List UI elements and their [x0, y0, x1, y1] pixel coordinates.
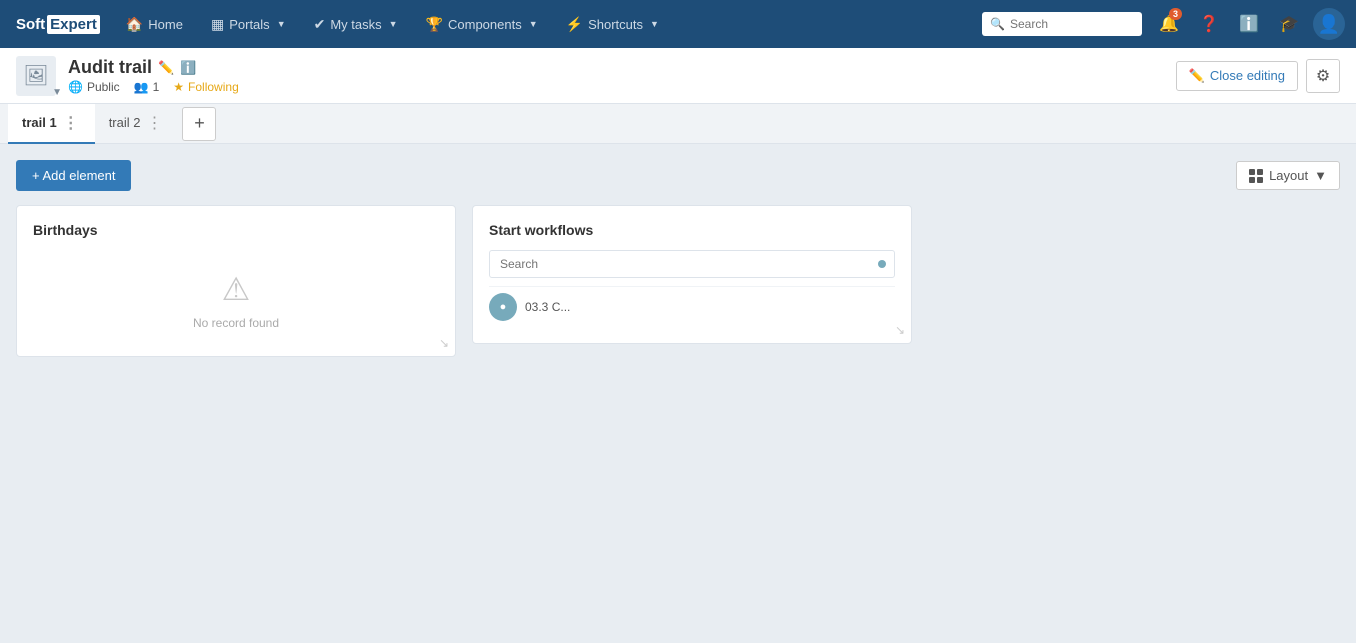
nav-home[interactable]: 🏠 Home [112, 0, 197, 48]
sub-header: 🖼 ▼ Audit trail ✏️ ℹ️ 🌐 Public 👥 1 ★ Fol… [0, 48, 1356, 104]
graduation-button[interactable]: 🎓 [1270, 0, 1308, 48]
workflows-widget-title: Start workflows [489, 222, 895, 238]
portal-meta: 🌐 Public 👥 1 ★ Following [68, 80, 239, 94]
birthdays-widget: Birthdays ⚠ No record found ↘ [16, 205, 456, 357]
layout-label: Layout [1269, 168, 1308, 183]
birthdays-empty-state: ⚠ No record found [33, 250, 439, 340]
birthdays-widget-title: Birthdays [33, 222, 439, 238]
user-avatar-button[interactable]: 👤 [1310, 0, 1348, 48]
portal-visibility: 🌐 Public [68, 80, 120, 94]
brand-soft: Soft [16, 16, 45, 33]
close-editing-label: Close editing [1210, 68, 1285, 83]
nav-portals[interactable]: ▦ Portals ▼ [197, 0, 300, 48]
portals-icon: ▦ [211, 16, 224, 33]
graduation-icon: 🎓 [1279, 14, 1299, 34]
tab-trail-2-options-icon[interactable]: ⋮ [144, 113, 164, 133]
nav-portals-label: Portals [229, 17, 269, 32]
portal-icon-wrap[interactable]: 🖼 ▼ [16, 56, 56, 96]
workflow-search-input[interactable] [490, 251, 878, 277]
info-circle-icon[interactable]: ℹ️ [180, 60, 196, 76]
tasks-icon: ✔ [314, 16, 326, 33]
brand-logo-wrap[interactable]: Soft Expert [8, 11, 108, 38]
search-wrap: 🔍 [982, 12, 1142, 36]
visibility-label: Public [87, 80, 120, 94]
tab-trail-2-label: trail 2 [109, 115, 141, 130]
nav-tasks-label: My tasks [330, 17, 381, 32]
plus-icon: + [194, 113, 205, 134]
nav-right-area: 🔍 🔔 3 ❓ ℹ️ 🎓 👤 [982, 0, 1348, 48]
portal-title-row: Audit trail ✏️ ℹ️ [68, 57, 239, 78]
widgets-row: Birthdays ⚠ No record found ↘ Start work… [16, 205, 1340, 357]
gear-icon: ⚙ [1316, 66, 1330, 86]
portal-title: Audit trail [68, 57, 152, 78]
info-icon: ℹ️ [1239, 14, 1259, 34]
sub-header-right: ✏️ Close editing ⚙ [1176, 59, 1340, 93]
brand-expert: Expert [47, 15, 100, 34]
components-icon: 🏆 [426, 16, 443, 33]
nav-my-tasks[interactable]: ✔ My tasks ▼ [300, 0, 412, 48]
add-tab-button[interactable]: + [182, 107, 216, 141]
birthdays-resize-handle[interactable]: ↘ [439, 336, 449, 350]
birthdays-no-record-text: No record found [193, 316, 279, 330]
nav-home-label: Home [148, 17, 183, 32]
tasks-caret-icon: ▼ [389, 19, 398, 29]
workflow-list-item[interactable]: ● 03.3 C... [489, 286, 895, 327]
members-count: 1 [153, 80, 160, 94]
tabs-bar: trail 1 ⋮ trail 2 ⋮ + [0, 104, 1356, 144]
portal-members: 👥 1 [134, 80, 160, 94]
help-button-2[interactable]: ℹ️ [1230, 0, 1268, 48]
workflows-widget: Start workflows ● 03.3 C... ↘ [472, 205, 912, 344]
portal-title-area: Audit trail ✏️ ℹ️ 🌐 Public 👥 1 ★ Followi… [68, 57, 239, 94]
avatar-icon: 👤 [1318, 14, 1340, 35]
nav-components-label: Components [448, 17, 522, 32]
edit-icon[interactable]: ✏️ [158, 60, 174, 76]
tab-trail-1-label: trail 1 [22, 115, 57, 130]
settings-button[interactable]: ⚙ [1306, 59, 1340, 93]
shortcuts-icon: ⚡ [566, 16, 583, 33]
home-icon: 🏠 [126, 16, 143, 33]
notifications-button[interactable]: 🔔 3 [1150, 0, 1188, 48]
content-toolbar: + Add element Layout ▼ [16, 160, 1340, 191]
portal-image-icon: 🖼 [23, 63, 48, 88]
add-element-label: + Add element [32, 168, 115, 183]
star-icon: ★ [173, 80, 184, 94]
workflows-resize-handle[interactable]: ↘ [895, 323, 905, 337]
components-caret-icon: ▼ [529, 19, 538, 29]
workflow-item-avatar: ● [489, 293, 517, 321]
layout-button[interactable]: Layout ▼ [1236, 161, 1340, 190]
workflow-avatar-icon: ● [500, 301, 507, 313]
shortcuts-caret-icon: ▼ [650, 19, 659, 29]
globe-icon: 🌐 [68, 80, 83, 94]
search-icon: 🔍 [990, 17, 1005, 31]
portal-following[interactable]: ★ Following [173, 80, 238, 94]
help-button-1[interactable]: ❓ [1190, 0, 1228, 48]
search-input[interactable] [982, 12, 1142, 36]
warning-triangle-icon: ⚠ [222, 270, 251, 308]
tab-trail-1-options-icon[interactable]: ⋮ [61, 113, 81, 133]
layout-grid-icon [1249, 169, 1263, 183]
tab-trail-1[interactable]: trail 1 ⋮ [8, 104, 95, 144]
content-area: + Add element Layout ▼ Birthdays ⚠ No re… [0, 144, 1356, 591]
nav-shortcuts-label: Shortcuts [588, 17, 643, 32]
close-editing-button[interactable]: ✏️ Close editing [1176, 61, 1298, 91]
following-label: Following [188, 80, 239, 94]
portal-icon: 🖼 [16, 56, 56, 96]
question-circle-icon: ❓ [1199, 14, 1219, 34]
pencil-icon: ✏️ [1189, 68, 1205, 84]
workflow-search-indicator [878, 260, 886, 268]
notification-badge: 3 [1169, 8, 1182, 20]
navbar: Soft Expert 🏠 Home ▦ Portals ▼ ✔ My task… [0, 0, 1356, 48]
tab-trail-2[interactable]: trail 2 ⋮ [95, 104, 179, 144]
nav-components[interactable]: 🏆 Components ▼ [412, 0, 552, 48]
nav-shortcuts[interactable]: ⚡ Shortcuts ▼ [552, 0, 673, 48]
portal-dropdown-caret-icon: ▼ [52, 87, 62, 98]
members-icon: 👥 [134, 80, 149, 94]
avatar: 👤 [1313, 8, 1345, 40]
portals-caret-icon: ▼ [277, 19, 286, 29]
add-element-button[interactable]: + Add element [16, 160, 131, 191]
layout-caret-icon: ▼ [1314, 168, 1327, 183]
workflow-search-bar [489, 250, 895, 278]
workflow-item-text: 03.3 C... [525, 300, 570, 314]
